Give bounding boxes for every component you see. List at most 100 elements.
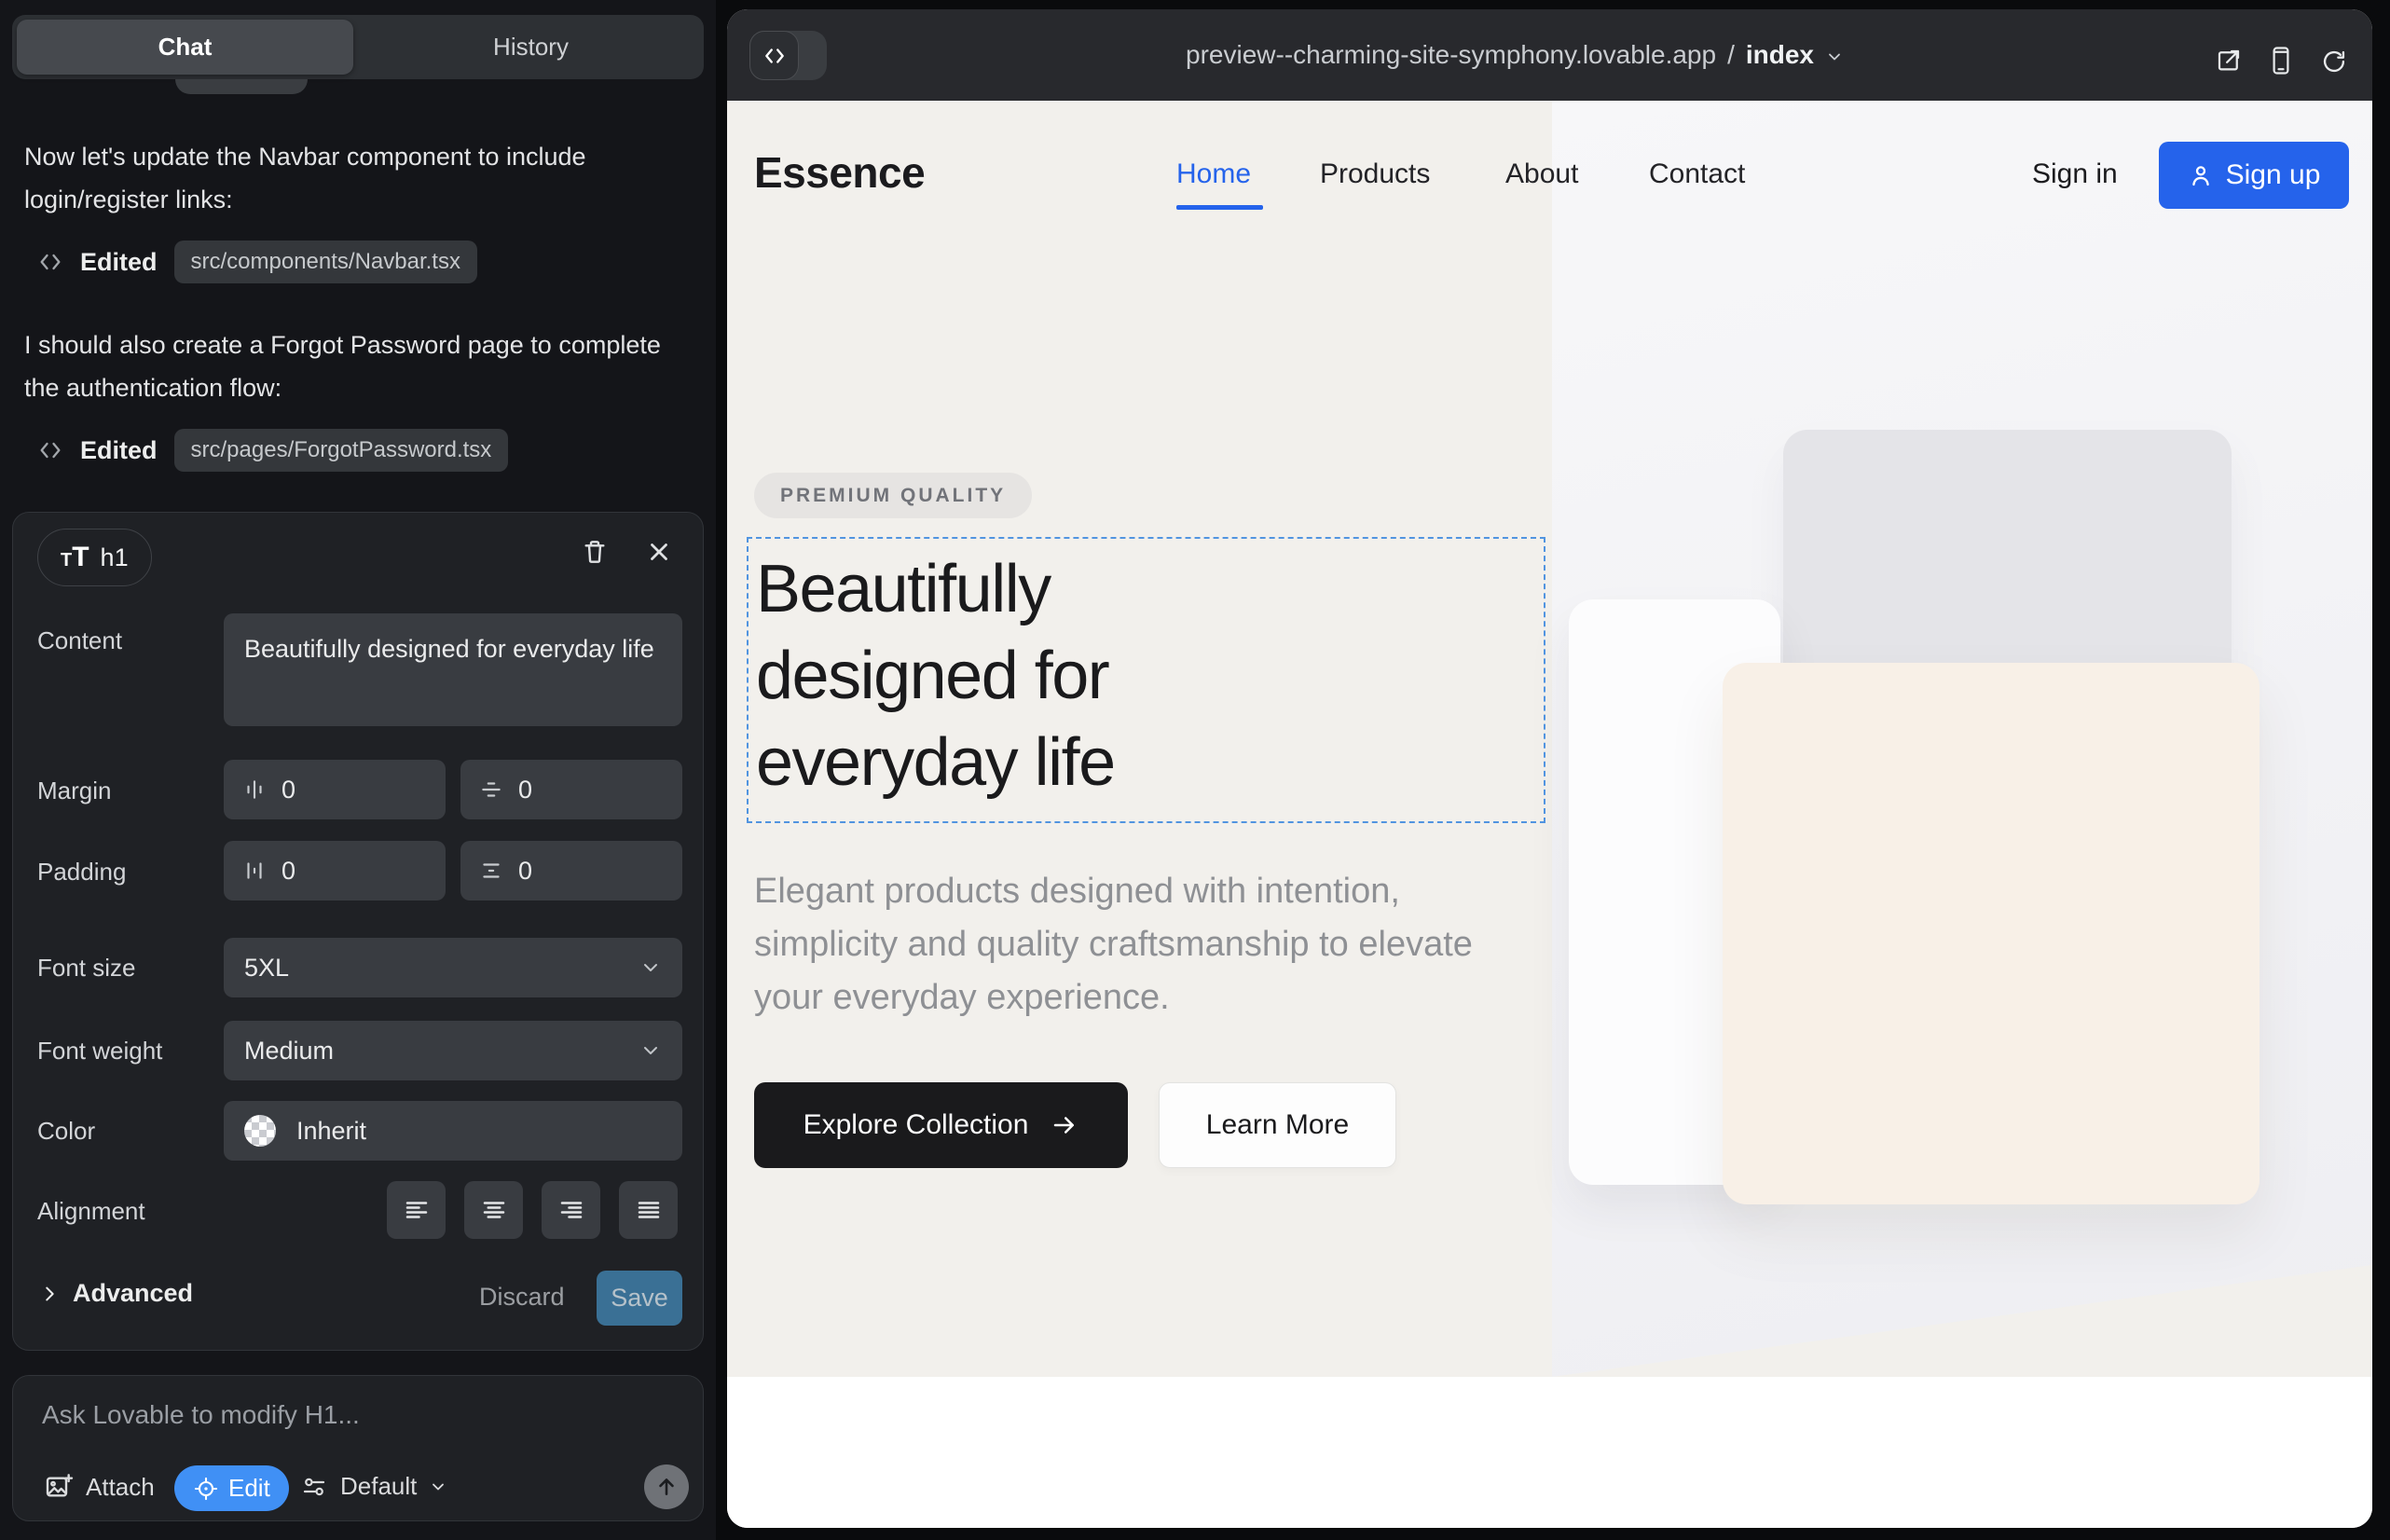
margin-y-value: 0 (518, 776, 532, 804)
assistant-message: I should also create a Forgot Password p… (24, 323, 688, 409)
lovable-app-window: Chat History Now let's update the Navbar… (0, 0, 2390, 1540)
send-up-icon (654, 1475, 679, 1499)
close-icon (645, 538, 673, 566)
save-button[interactable]: Save (597, 1271, 682, 1326)
file-badge[interactable]: src/pages/ForgotPassword.tsx (174, 429, 509, 472)
advanced-toggle[interactable]: Advanced (39, 1279, 193, 1308)
align-right-button[interactable] (542, 1181, 600, 1239)
margin-y-icon (479, 777, 503, 802)
element-tag-label: h1 (101, 543, 129, 572)
sign-up-button[interactable]: Sign up (2159, 142, 2349, 209)
user-icon (2188, 162, 2214, 188)
preview-browser-frame: preview--charming-site-symphony.lovable.… (727, 9, 2372, 1528)
selected-h1-outline[interactable]: Beautifully designed for everyday life (747, 537, 1545, 823)
target-icon (193, 1476, 219, 1502)
sign-in-link[interactable]: Sign in (2032, 158, 2118, 190)
mode-select[interactable]: Default (300, 1472, 447, 1501)
align-center-icon (480, 1196, 508, 1224)
edit-label: Edit (228, 1474, 270, 1503)
attach-image-icon (44, 1472, 74, 1502)
chat-history-tabbar: Chat History (12, 15, 704, 79)
url-page: index (1746, 40, 1814, 70)
align-right-icon (557, 1196, 585, 1224)
code-toggle-segment[interactable] (749, 31, 799, 80)
nav-link-contact[interactable]: Contact (1649, 158, 1745, 190)
padding-label: Padding (37, 858, 126, 887)
padding-y-value: 0 (518, 857, 532, 886)
padding-x-value: 0 (282, 857, 295, 886)
font-weight-value: Medium (244, 1037, 334, 1066)
align-center-button[interactable] (464, 1181, 523, 1239)
padding-x-icon (242, 859, 267, 883)
url-domain: preview--charming-site-symphony.lovable.… (1186, 40, 1716, 70)
hero-badge: PREMIUM QUALITY (754, 473, 1032, 518)
padding-y-icon (479, 859, 503, 883)
padding-x-input[interactable]: 0 (224, 841, 446, 901)
section-below-hero (727, 1377, 2372, 1528)
send-button[interactable] (644, 1464, 689, 1509)
refresh-button[interactable] (2321, 48, 2347, 75)
font-weight-label: Font weight (37, 1037, 162, 1066)
edit-mode-button[interactable]: Edit (174, 1465, 289, 1511)
font-size-label: Font size (37, 954, 136, 983)
margin-x-input[interactable]: 0 (224, 760, 446, 819)
file-edit-row: Edited src/components/Navbar.tsx (37, 241, 477, 283)
url-bar[interactable]: preview--charming-site-symphony.lovable.… (1186, 9, 1844, 101)
hero-heading[interactable]: Beautifully designed for everyday life (756, 546, 1115, 806)
active-nav-underline (1176, 205, 1263, 210)
decorative-card-beige (1723, 663, 2260, 1204)
margin-label: Margin (37, 777, 111, 805)
align-justify-icon (635, 1196, 663, 1224)
margin-y-input[interactable]: 0 (460, 760, 682, 819)
nav-link-products[interactable]: Products (1320, 158, 1430, 190)
discard-button[interactable]: Discard (479, 1283, 565, 1312)
nav-link-home[interactable]: Home (1176, 158, 1251, 190)
align-justify-button[interactable] (619, 1181, 678, 1239)
font-size-value: 5XL (244, 954, 289, 983)
sliders-icon (300, 1473, 328, 1501)
nav-link-about[interactable]: About (1505, 158, 1578, 190)
close-editor-button[interactable] (645, 538, 673, 566)
edited-label: Edited (80, 248, 158, 277)
font-size-select[interactable]: 5XL (224, 938, 682, 997)
advanced-label: Advanced (73, 1279, 193, 1308)
transparent-swatch-icon (244, 1115, 276, 1147)
typography-icon: TT (61, 543, 89, 571)
tab-history[interactable]: History (363, 20, 699, 75)
chat-composer[interactable]: Ask Lovable to modify H1... Attach Edit … (12, 1375, 704, 1521)
attach-button[interactable]: Attach (44, 1472, 155, 1502)
file-badge[interactable]: src/components/Navbar.tsx (174, 241, 477, 283)
scrolled-badge-partial (175, 79, 308, 94)
selected-element-pill[interactable]: TT h1 (37, 529, 152, 586)
padding-y-input[interactable]: 0 (460, 841, 682, 901)
code-icon (37, 437, 63, 463)
element-editor-panel: TT h1 Content Beautifully designed for e… (12, 512, 704, 1351)
assistant-message: Now let's update the Navbar component to… (24, 135, 688, 221)
site-logo[interactable]: Essence (754, 147, 925, 198)
sign-up-label: Sign up (2226, 159, 2321, 191)
chevron-right-icon (39, 1284, 60, 1304)
hero-paragraph: Elegant products designed with intention… (754, 865, 1509, 1024)
delete-element-button[interactable] (580, 537, 610, 567)
edited-label: Edited (80, 436, 158, 465)
color-select[interactable]: Inherit (224, 1101, 682, 1161)
margin-x-value: 0 (282, 776, 295, 804)
color-value: Inherit (296, 1117, 366, 1146)
mobile-view-button[interactable] (2267, 46, 2295, 76)
open-external-button[interactable] (2215, 47, 2243, 75)
font-weight-select[interactable]: Medium (224, 1021, 682, 1080)
content-textarea[interactable]: Beautifully designed for everyday life (224, 613, 682, 726)
chevron-down-icon (1825, 48, 1844, 66)
url-separator: / (1727, 40, 1735, 70)
mobile-icon (2267, 46, 2295, 76)
explore-collection-button[interactable]: Explore Collection (754, 1082, 1128, 1168)
trash-icon (580, 537, 610, 567)
composer-placeholder: Ask Lovable to modify H1... (42, 1400, 360, 1430)
file-edit-row: Edited src/pages/ForgotPassword.tsx (37, 429, 508, 472)
code-preview-toggle[interactable] (749, 31, 827, 80)
tab-chat[interactable]: Chat (17, 20, 353, 75)
content-label: Content (37, 626, 122, 655)
align-left-button[interactable] (387, 1181, 446, 1239)
code-icon (37, 249, 63, 275)
learn-more-button[interactable]: Learn More (1159, 1082, 1396, 1168)
